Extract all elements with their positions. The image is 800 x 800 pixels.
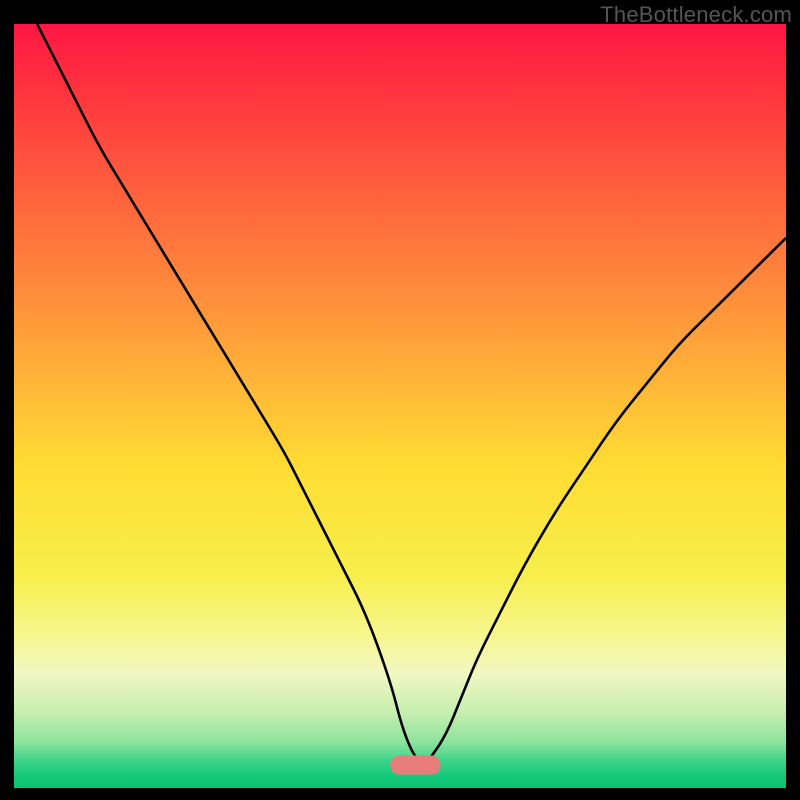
optimal-marker xyxy=(390,756,440,775)
gradient-background xyxy=(14,24,786,788)
chart-container: TheBottleneck.com xyxy=(0,0,800,800)
plot-area xyxy=(14,24,786,788)
chart-svg xyxy=(14,24,786,788)
